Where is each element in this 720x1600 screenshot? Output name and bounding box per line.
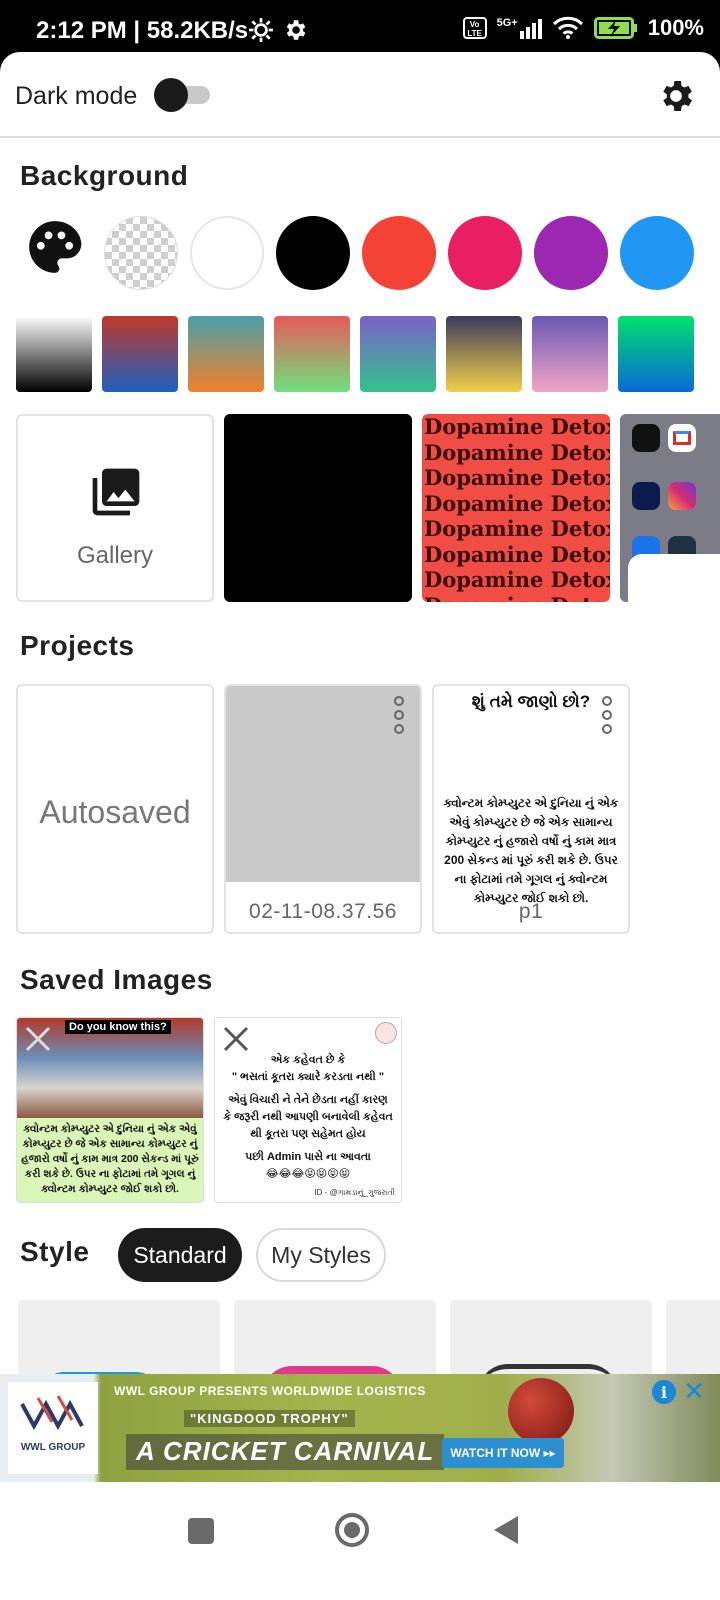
battery-percent: 100% bbox=[647, 15, 704, 40]
dark-mode-label: Dark mode bbox=[15, 82, 138, 110]
dopamine-text-line: Dopamine Detox bbox=[424, 465, 610, 490]
close-icon[interactable] bbox=[221, 1024, 251, 1054]
navigation-bar bbox=[0, 1482, 720, 1600]
project-body-text: ક્વોન્ટમ કોમ્પ્યુટર એ દુનિયા નું એક એવું… bbox=[443, 796, 619, 905]
instagram-icon bbox=[668, 482, 696, 510]
avatar bbox=[375, 1022, 397, 1044]
gear-icon[interactable] bbox=[656, 76, 696, 116]
gradient-swatch[interactable] bbox=[188, 316, 264, 392]
dopamine-text-line: Dopamine Detox bbox=[424, 439, 610, 465]
project-card[interactable]: 02-11-08.37.56 bbox=[224, 684, 422, 934]
ad-brand-logo: WWL GROUP bbox=[8, 1382, 98, 1474]
dopamine-text-line: Dopamine Detox bbox=[424, 414, 610, 439]
saved-image-caption: ક્વોન્ટમ કોમ્પ્યુટર એ દુનિયા નું એક એવું… bbox=[17, 1118, 203, 1202]
emoji-line: 😂😂😂😝😝😝😝 bbox=[265, 1168, 351, 1180]
battery-charging-icon bbox=[593, 17, 637, 39]
ad-headline: WWL GROUP PRESENTS WORLDWIDE LOGISTICS bbox=[114, 1384, 426, 1398]
hotstar-icon bbox=[632, 482, 660, 510]
app-screen: Dark mode Background Gallery Dopamine De… bbox=[0, 52, 720, 1600]
project-card[interactable]: શું તમે જાણો છો? ક્વોન્ટમ કોમ્પ્યુટર એ દ… bbox=[432, 684, 630, 934]
dopamine-text-line: Dopamine Detox bbox=[424, 516, 610, 541]
gallery-label: Gallery bbox=[76, 542, 154, 569]
ad-subheadline: "KINGDOOD TROPHY" bbox=[184, 1410, 355, 1427]
gradient-swatch[interactable] bbox=[446, 316, 522, 392]
color-swatch-black[interactable] bbox=[276, 216, 350, 290]
project-label: p1 bbox=[518, 900, 544, 923]
more-options-icon[interactable] bbox=[600, 696, 614, 734]
saved-text-line: એક કહેવત છે કે bbox=[270, 1054, 346, 1066]
back-triangle-icon[interactable] bbox=[492, 1514, 520, 1546]
ad-banner[interactable]: WWL GROUP WWL GROUP PRESENTS WORLDWIDE L… bbox=[0, 1374, 720, 1482]
github-icon bbox=[632, 424, 660, 452]
dopamine-text-line: Dopamine Detox bbox=[424, 541, 610, 567]
gmail-icon bbox=[668, 424, 696, 452]
saved-image[interactable]: Do you know this? ક્વોન્ટમ કોમ્પ્યુટર એ … bbox=[16, 1017, 204, 1203]
ad-info-icon[interactable]: i bbox=[652, 1380, 676, 1404]
projects-title: Projects bbox=[20, 630, 135, 661]
color-swatch-pink[interactable] bbox=[448, 216, 522, 290]
background-image-dopamine[interactable]: Dopamine Detox Dopamine Detox Dopamine Det… bbox=[422, 414, 610, 602]
signal-icon: 5G+ bbox=[497, 17, 542, 39]
saved-image[interactable]: એક કહેવત છે કે " ભસતાં કૂતરા ક્યારે કરડત… bbox=[214, 1017, 402, 1203]
gradient-swatch[interactable] bbox=[532, 316, 608, 392]
gradient-swatch[interactable] bbox=[274, 316, 350, 392]
dopamine-text-line: Dopamine Detox bbox=[424, 567, 610, 592]
settings-sun-icon bbox=[249, 18, 273, 42]
chip-standard[interactable]: Standard bbox=[118, 1228, 242, 1282]
project-autosaved[interactable]: Autosaved bbox=[16, 684, 214, 934]
saved-image-footer: ID - @ગામડાનું_ગુજરાતી bbox=[314, 1188, 395, 1197]
color-swatch-transparent[interactable] bbox=[104, 216, 178, 290]
color-swatch-blue[interactable] bbox=[620, 216, 694, 290]
background-image-black[interactable] bbox=[224, 414, 412, 602]
gradient-swatch[interactable] bbox=[618, 316, 694, 392]
home-circle-icon[interactable] bbox=[334, 1512, 370, 1548]
gradient-swatch[interactable] bbox=[360, 316, 436, 392]
gear-icon bbox=[286, 20, 306, 40]
top-bar: Dark mode bbox=[0, 52, 720, 138]
color-swatch-white[interactable] bbox=[190, 216, 264, 290]
volte-icon: Vo LTE bbox=[462, 17, 487, 39]
dark-mode-toggle[interactable] bbox=[154, 78, 212, 112]
wifi-icon bbox=[552, 16, 583, 39]
saved-image-tag: Do you know this? bbox=[65, 1020, 171, 1034]
dopamine-text-line: Dopamine Detox bbox=[422, 593, 610, 603]
photo-library-icon bbox=[92, 468, 140, 516]
project-heading: શું તમે જાણો છો? bbox=[471, 692, 591, 711]
chip-my-styles[interactable]: My Styles bbox=[256, 1228, 386, 1282]
project-thumbnail bbox=[226, 686, 420, 882]
cricket-ball-image bbox=[508, 1378, 574, 1444]
background-title: Background bbox=[20, 160, 189, 191]
autosaved-label: Autosaved bbox=[39, 794, 191, 830]
ad-brand-name: WWL GROUP bbox=[20, 1442, 86, 1453]
close-icon[interactable] bbox=[23, 1024, 53, 1054]
background-image-screenshot[interactable] bbox=[620, 414, 720, 602]
dopamine-text-line: Dopamine Detox bbox=[424, 490, 610, 516]
saved-text-line: " ભસતાં કૂતરા ક્યારે કરડતા નથી " bbox=[231, 1071, 385, 1083]
saved-text-line: પછી Admin પાસે ના આવતા bbox=[245, 1151, 371, 1163]
more-options-icon[interactable] bbox=[392, 696, 406, 734]
gradient-swatch[interactable] bbox=[16, 316, 92, 392]
screenshot-panel bbox=[628, 554, 720, 602]
ad-close-icon[interactable]: ✕ bbox=[680, 1378, 708, 1406]
palette-icon[interactable] bbox=[24, 216, 86, 278]
gradient-swatch[interactable] bbox=[102, 316, 178, 392]
ad-title: A CRICKET CARNIVAL bbox=[126, 1434, 445, 1470]
saved-image-text: ક્વોન્ટમ કોમ્પ્યુટર એ દુનિયા નું એક એવું… bbox=[21, 1123, 199, 1195]
color-swatch-red[interactable] bbox=[362, 216, 436, 290]
gallery-button[interactable]: Gallery bbox=[16, 414, 214, 602]
color-swatch-purple[interactable] bbox=[534, 216, 608, 290]
saved-text-line: એવું વિચારી ને તેને છેડતા નહીં કારણ કે જ… bbox=[223, 1094, 393, 1140]
toggle-knob bbox=[154, 78, 188, 112]
recents-square-icon[interactable] bbox=[188, 1518, 214, 1544]
saved-image-text: એક કહેવત છે કે " ભસતાં કૂતરા ક્યારે કરડત… bbox=[223, 1052, 393, 1183]
wwl-logo-icon bbox=[20, 1395, 84, 1431]
ad-watch-button[interactable]: WATCH IT NOW ▸▸ bbox=[442, 1438, 564, 1468]
status-time-speed: 2:12 PM | 58.2KB/s bbox=[36, 17, 249, 44]
project-label: 02-11-08.37.56 bbox=[249, 900, 397, 923]
saved-images-title: Saved Images bbox=[20, 964, 213, 995]
style-title: Style bbox=[20, 1236, 90, 1267]
